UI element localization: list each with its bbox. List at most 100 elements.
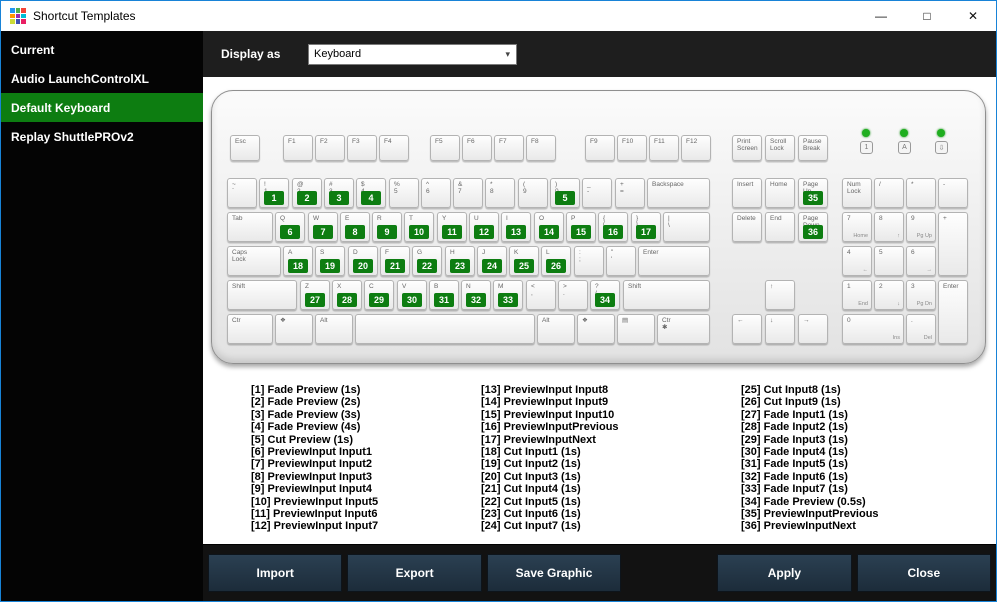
keyboard-key: Tab — [227, 212, 273, 242]
shortcut-item: [17] PreviewInputNext — [481, 433, 596, 446]
apply-button[interactable]: Apply — [717, 554, 852, 592]
close-button[interactable]: Close — [856, 554, 991, 592]
shortcut-item: [33] Fade Input7 (1s) — [741, 483, 848, 496]
shortcut-item: [18] Cut Input1 (1s) — [481, 446, 581, 459]
shortcut-item: [8] PreviewInput Input3 — [251, 470, 373, 483]
shortcut-item: [29] Fade Input3 (1s) — [741, 433, 848, 446]
shortcut-number-badge: 25 — [514, 259, 534, 273]
export-button[interactable]: Export — [347, 554, 482, 592]
shortcut-item: [22] Cut Input5 (1s) — [481, 495, 581, 508]
keyboard-key: G 22 — [412, 246, 442, 276]
shortcut-number-badge: 8 — [345, 225, 365, 239]
keyboard-key: 3 Pg Dn — [906, 280, 936, 310]
keyboard-key: _ - — [582, 178, 612, 208]
sidebar-item[interactable]: Default Keyboard — [1, 93, 203, 122]
keyboard-key: & 7 — [453, 178, 483, 208]
maximize-button[interactable]: □ — [904, 1, 950, 31]
shortcut-number-badge: 21 — [385, 259, 405, 273]
shortcut-number-badge: 18 — [288, 259, 308, 273]
keyboard-key: ! 11 — [259, 178, 289, 208]
keyboard-key: ← — [732, 314, 762, 344]
keyboard-key: Q6 — [275, 212, 305, 242]
keyboard-key: @ 22 — [292, 178, 322, 208]
keyboard-key: W7 — [308, 212, 338, 242]
keyboard-key: F11 — [649, 135, 679, 161]
sidebar-item[interactable]: Replay ShuttlePROv2 — [1, 122, 203, 151]
shortcut-number-badge: 17 — [636, 225, 656, 239]
sidebar-item[interactable]: Current — [1, 35, 203, 64]
keyboard-key: F6 — [462, 135, 492, 161]
keyboard-key: ▤ — [617, 314, 655, 344]
display-as-label: Display as — [221, 47, 281, 61]
close-icon[interactable]: ✕ — [950, 1, 996, 31]
keyboard-key: J 24 — [477, 246, 507, 276]
keyboard-key: / — [874, 178, 904, 208]
shortcut-item: [32] Fade Input6 (1s) — [741, 470, 848, 483]
keyboard-key: 6 → — [906, 246, 936, 276]
shortcut-number-badge: 36 — [803, 225, 823, 239]
save-graphic-button[interactable]: Save Graphic — [486, 554, 622, 592]
keyboard-key: F2 — [315, 135, 345, 161]
keyboard-key: ? /34 — [590, 280, 620, 310]
shortcut-item: [35] PreviewInputPrevious — [741, 508, 879, 521]
keyboard-key: 2 ↓ — [874, 280, 904, 310]
sidebar-item[interactable]: Audio LaunchControlXL — [1, 64, 203, 93]
shortcut-number-badge: 3 — [329, 191, 349, 205]
minimize-button[interactable]: — — [858, 1, 904, 31]
keyboard-key: ( 9 — [518, 178, 548, 208]
shortcut-number-badge: 1 — [264, 191, 284, 205]
shortcut-item: [21] Cut Input4 (1s) — [481, 483, 581, 496]
keyboard-key: I 13 — [501, 212, 531, 242]
main-panel: Display as Keyboard ▾ Esc F1 F2 F3 F4 F5 F6 F7 F… — [203, 31, 996, 601]
shortcut-number-badge: 11 — [442, 225, 462, 239]
keyboard-key: ↓ — [765, 314, 795, 344]
keyboard-key: Page Up35 — [798, 178, 828, 208]
shortcut-item: [24] Cut Input7 (1s) — [481, 520, 581, 533]
shortcut-item: [4] Fade Preview (4s) — [251, 421, 361, 434]
display-as-dropdown[interactable]: Keyboard ▾ — [308, 43, 517, 65]
shortcut-number-badge: 34 — [595, 293, 615, 307]
keyboard-key: F5 — [430, 135, 460, 161]
keyboard-graphic: Esc F1 F2 F3 F4 F5 F6 F7 F8 F9 F10 F11 F12 Print Scre… — [211, 90, 986, 364]
shortcut-number-badge: 14 — [539, 225, 559, 239]
shortcut-number-badge: 27 — [305, 293, 325, 307]
keyboard-key: ~ ` — [227, 178, 257, 208]
keyboard-key: F8 — [526, 135, 556, 161]
keyboard-key: B 31 — [429, 280, 459, 310]
keyboard-key: L 26 — [541, 246, 571, 276]
keyboard-key: Ctr ✱ — [657, 314, 710, 344]
shortcut-number-badge: 22 — [417, 259, 437, 273]
keyboard-key: Y 11 — [437, 212, 467, 242]
keyboard-key: Shift — [227, 280, 297, 310]
shortcut-item: [14] PreviewInput Input9 — [481, 396, 609, 409]
display-as-bar: Display as Keyboard ▾ — [203, 31, 996, 77]
keyboard-key: F1 — [283, 135, 313, 161]
shortcut-item: [11] PreviewInput Input6 — [251, 508, 378, 521]
keyboard-key: 8 ↑ — [874, 212, 904, 242]
shortcut-number-badge: 15 — [571, 225, 591, 239]
shortcut-item: [15] PreviewInput Input10 — [481, 408, 615, 421]
import-button[interactable]: Import — [208, 554, 343, 592]
shortcut-item: [6] PreviewInput Input1 — [251, 446, 373, 459]
shortcut-item: [12] PreviewInput Input7 — [251, 520, 379, 533]
shortcut-number-badge: 24 — [482, 259, 502, 273]
chevron-down-icon: ▾ — [505, 48, 510, 59]
keyboard-key: F12 — [681, 135, 711, 161]
keyboard-key: 4 ← — [842, 246, 872, 276]
keyboard-key: Enter — [938, 280, 968, 344]
window-controls: — □ ✕ — [858, 1, 996, 31]
shortcut-number-badge: 19 — [320, 259, 340, 273]
keyboard-key: ❖ — [275, 314, 313, 344]
shortcut-number-badge: 20 — [353, 259, 373, 273]
keyboard-key: Delete — [732, 212, 762, 242]
keyboard-key: ) 05 — [550, 178, 580, 208]
template-content: Esc F1 F2 F3 F4 F5 F6 F7 F8 F9 F10 F11 F12 Print Scre… — [203, 77, 996, 544]
keyboard-key: % 5 — [389, 178, 419, 208]
keyboard-key: M 33 — [493, 280, 523, 310]
keyboard-key: . Del — [906, 314, 936, 344]
keyboard-key: T 10 — [404, 212, 434, 242]
keyboard-key: Num Lock — [842, 178, 872, 208]
keyboard-key: * — [906, 178, 936, 208]
shortcut-item: [13] PreviewInput Input8 — [481, 384, 609, 396]
shortcut-number-badge: 30 — [402, 293, 422, 307]
